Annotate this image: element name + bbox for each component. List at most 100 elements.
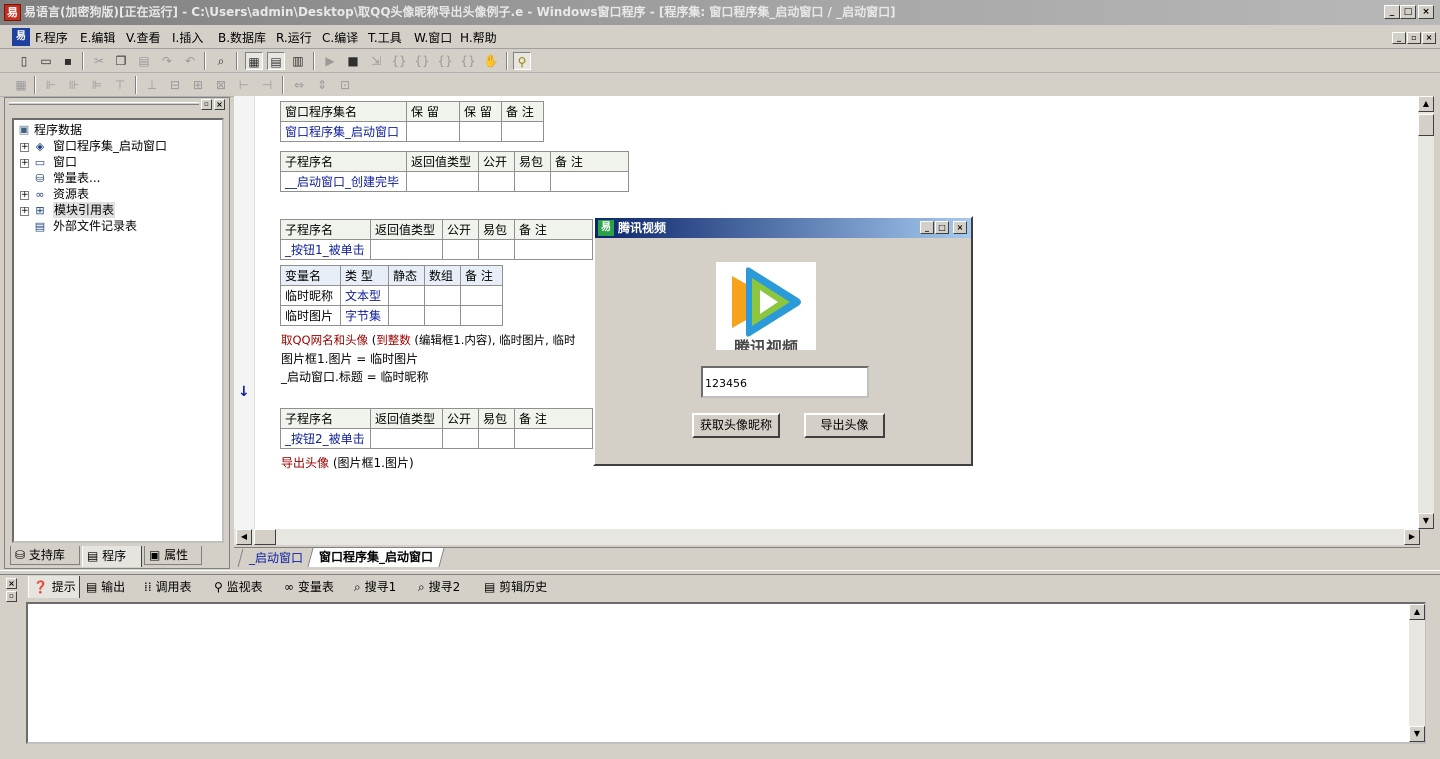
panel-restore-button[interactable]: ▫ [201, 99, 212, 110]
run-to-icon[interactable]: {} [459, 52, 477, 70]
layout3-icon[interactable]: ▥ [289, 52, 307, 70]
align-grid-icon[interactable]: ▦ [12, 76, 30, 94]
sub-name-cell[interactable]: _按钮2_被单击 [280, 428, 371, 449]
scroll-down-icon[interactable]: ▼ [1418, 513, 1434, 529]
tree-item-window[interactable]: 窗口 [53, 154, 77, 170]
mdi-close-button[interactable]: × [1422, 32, 1436, 44]
h-space-icon[interactable]: ⊢ [235, 76, 253, 94]
scroll-up-icon[interactable]: ▲ [1418, 96, 1434, 112]
dock-close-button[interactable]: × [6, 578, 17, 589]
center-both-icon[interactable]: ⊡ [336, 76, 354, 94]
scroll-left-icon[interactable]: ◀ [236, 529, 252, 545]
code-line-1[interactable]: 取QQ网名和头像 (到整数 (编辑框1.内容), 临时图片, 临时 [281, 332, 576, 348]
save-icon[interactable]: ▪ [59, 52, 77, 70]
step-over-icon[interactable]: {} [413, 52, 431, 70]
tree-item-external-files[interactable]: 外部文件记录表 [53, 218, 137, 234]
open-folder-icon[interactable]: ▭ [37, 52, 55, 70]
mdi-minimize-button[interactable]: _ [1392, 32, 1406, 44]
get-avatar-nickname-button[interactable]: 获取头像昵称 [692, 413, 780, 438]
new-file-icon[interactable]: ▯ [15, 52, 33, 70]
menu-tools[interactable]: T.工具 [368, 29, 402, 46]
redo-icon[interactable]: ↷ [158, 52, 176, 70]
v-space-icon[interactable]: ⊣ [258, 76, 276, 94]
align-top-icon[interactable]: ⊤ [111, 76, 129, 94]
dialog-close-button[interactable]: × [953, 221, 967, 234]
tab-search1[interactable]: ⌕ 搜寻1 [354, 576, 396, 598]
expand-icon[interactable]: + [20, 143, 29, 152]
align-left-icon[interactable]: ⊩ [42, 76, 60, 94]
hand-icon[interactable]: ✋ [482, 52, 500, 70]
center-h-icon[interactable]: ⇔ [290, 76, 308, 94]
tab-clip-history[interactable]: ▤ 剪辑历史 [484, 576, 547, 598]
scroll-right-icon[interactable]: ▶ [1404, 529, 1420, 545]
menu-view[interactable]: V.查看 [126, 29, 160, 46]
layout1-icon[interactable]: ▦ [245, 52, 263, 70]
menu-window[interactable]: W.窗口 [414, 29, 452, 46]
assembly-name-cell[interactable]: 窗口程序集_启动窗口 [280, 121, 407, 142]
output-area[interactable] [26, 602, 1426, 744]
sub-name-cell[interactable]: __启动窗口_创建完毕 [280, 171, 407, 192]
stop-icon[interactable]: ■ [344, 52, 362, 70]
expand-icon[interactable]: + [20, 159, 29, 168]
hscroll-thumb[interactable] [254, 529, 276, 545]
panel-close-button[interactable]: × [214, 99, 225, 110]
undo-icon[interactable]: ↶ [181, 52, 199, 70]
copy-icon[interactable]: ❐ [112, 52, 130, 70]
tab-assembly[interactable]: 窗口程序集_启动窗口 [307, 548, 445, 567]
tab-properties[interactable]: ▣ 属性 [144, 546, 202, 565]
tree-item-assembly[interactable]: 窗口程序集_启动窗口 [53, 138, 167, 154]
same-height-icon[interactable]: ⊠ [212, 76, 230, 94]
dialog-minimize-button[interactable]: _ [920, 221, 934, 234]
align-center-icon[interactable]: ⊪ [65, 76, 83, 94]
close-button[interactable]: × [1418, 5, 1434, 19]
binoculars-icon[interactable]: ⚲ [513, 52, 531, 70]
find-icon[interactable]: ⌕ [212, 52, 230, 70]
tree-root[interactable]: 程序数据 [34, 122, 82, 138]
code-line-4[interactable]: 导出头像 (图片框1.图片) [281, 454, 414, 471]
tab-search2[interactable]: ⌕ 搜寻2 [418, 576, 460, 598]
step-out-icon[interactable]: {} [436, 52, 454, 70]
paste-icon[interactable]: ▤ [135, 52, 153, 70]
scroll-up-icon[interactable]: ▲ [1409, 604, 1425, 620]
qq-number-input[interactable] [701, 366, 869, 398]
expand-icon[interactable]: + [20, 191, 29, 200]
output-vscroll[interactable]: ▲ ▼ [1409, 604, 1425, 742]
code-line-2[interactable]: 图片框1.图片 = 临时图片 [281, 350, 418, 367]
export-avatar-button[interactable]: 导出头像 [804, 413, 885, 438]
tree-item-modules[interactable]: 模块引用表 [53, 202, 116, 218]
align-right-icon[interactable]: ⊫ [88, 76, 106, 94]
menu-database[interactable]: B.数据库 [218, 29, 266, 46]
code-line-3[interactable]: _启动窗口.标题 = 临时昵称 [281, 368, 429, 385]
tree-item-resources[interactable]: 资源表 [53, 186, 89, 202]
minimize-button[interactable]: _ [1384, 5, 1400, 19]
tree-item-constants[interactable]: 常量表... [53, 170, 100, 186]
run-icon[interactable]: ▶ [321, 52, 339, 70]
step-into-icon[interactable]: {} [390, 52, 408, 70]
tab-output[interactable]: ▤ 输出 [86, 576, 125, 598]
align-bottom-icon[interactable]: ⊥ [143, 76, 161, 94]
mdi-restore-button[interactable]: ▫ [1407, 32, 1421, 44]
tab-program[interactable]: ▤ 程序 [82, 546, 142, 567]
dock-restore-button[interactable]: ▫ [6, 591, 17, 602]
tab-call-stack[interactable]: ⁞⁞ 调用表 [144, 576, 191, 598]
scroll-down-icon[interactable]: ▼ [1409, 726, 1425, 742]
dialog-maximize-button[interactable]: □ [935, 221, 949, 234]
scroll-thumb[interactable] [1418, 114, 1434, 136]
tab-startup-window[interactable]: _启动窗口 [237, 549, 315, 567]
layout2-icon[interactable]: ▤ [267, 52, 285, 70]
menu-insert[interactable]: I.插入 [172, 29, 203, 46]
tab-support-lib[interactable]: ⛁ 支持库 [10, 546, 80, 565]
expand-icon[interactable]: + [20, 207, 29, 216]
tab-hint[interactable]: ❓ 提示 [28, 576, 80, 598]
editor-hscroll[interactable]: ◀ ▶ [234, 529, 1420, 545]
same-width-icon[interactable]: ⊞ [189, 76, 207, 94]
menu-run[interactable]: R.运行 [276, 29, 312, 46]
tab-watch[interactable]: ⚲ 监视表 [214, 576, 263, 598]
sub-name-cell[interactable]: _按钮1_被单击 [280, 239, 371, 260]
menu-edit[interactable]: E.编辑 [80, 29, 115, 46]
tab-variables[interactable]: ∞ 变量表 [284, 576, 334, 598]
menu-program[interactable]: F.程序 [35, 29, 68, 46]
center-v-icon[interactable]: ⇕ [313, 76, 331, 94]
cut-icon[interactable]: ✂ [90, 52, 108, 70]
maximize-button[interactable]: □ [1400, 5, 1416, 19]
